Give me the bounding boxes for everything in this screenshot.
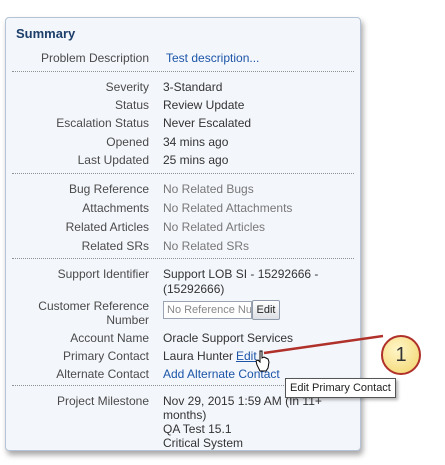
support-identifier-label: Support Identifier <box>57 267 149 281</box>
attachments-label: Attachments <box>82 201 149 215</box>
panel-title: Summary <box>16 26 76 41</box>
primary-contact-edit-link[interactable]: Edit <box>236 349 257 364</box>
separator <box>12 173 354 174</box>
customer-reference-label-line1: Customer Reference <box>38 299 149 313</box>
opened-label: Opened <box>106 135 149 149</box>
related-srs-label: Related SRs <box>81 239 149 253</box>
problem-description-label: Problem Description <box>40 51 149 65</box>
support-identifier-value-line2: (15292666) <box>163 282 225 296</box>
escalation-status-label: Escalation Status <box>56 116 149 130</box>
bug-reference-value: No Related Bugs <box>163 182 254 196</box>
hand-cursor-icon <box>255 350 270 372</box>
separator <box>12 258 354 259</box>
primary-contact-label: Primary Contact <box>62 349 149 363</box>
project-milestone-label: Project Milestone <box>56 394 149 408</box>
edit-primary-contact-tooltip: Edit Primary Contact <box>285 378 396 398</box>
bug-reference-label: Bug Reference <box>68 182 149 196</box>
separator <box>12 71 354 72</box>
project-milestone-line2: months) <box>163 408 207 422</box>
last-updated-label: Last Updated <box>77 153 149 167</box>
status-value: Review Update <box>163 98 245 112</box>
support-identifier-value-line1: Support LOB SI - 15292666 - <box>163 267 319 281</box>
attachments-value: No Related Attachments <box>163 201 293 215</box>
related-articles-label: Related Articles <box>65 220 149 234</box>
customer-reference-label-line2: Number <box>106 313 149 327</box>
callout-number-badge: 1 <box>381 335 421 375</box>
escalation-status-value: Never Escalated <box>163 116 252 130</box>
related-articles-value: No Related Articles <box>163 220 266 234</box>
related-srs-value: No Related SRs <box>163 239 250 253</box>
opened-value: 34 mins ago <box>163 135 229 149</box>
severity-value: 3-Standard <box>163 80 223 94</box>
severity-label: Severity <box>105 80 149 94</box>
last-updated-value: 25 mins ago <box>163 153 229 167</box>
project-milestone-line4: Critical System <box>163 436 244 450</box>
customer-reference-input[interactable]: No Reference Nu <box>163 301 252 319</box>
account-name-label: Account Name <box>70 331 149 345</box>
primary-contact-value: Laura Hunter <box>163 349 234 363</box>
account-name-value: Oracle Support Services <box>163 331 294 345</box>
alternate-contact-label: Alternate Contact <box>56 367 149 381</box>
status-label: Status <box>114 98 149 112</box>
customer-reference-edit-button[interactable]: Edit <box>252 300 280 320</box>
problem-description-link[interactable]: Test description... <box>166 51 259 66</box>
project-milestone-line3: QA Test 15.1 <box>163 422 232 436</box>
